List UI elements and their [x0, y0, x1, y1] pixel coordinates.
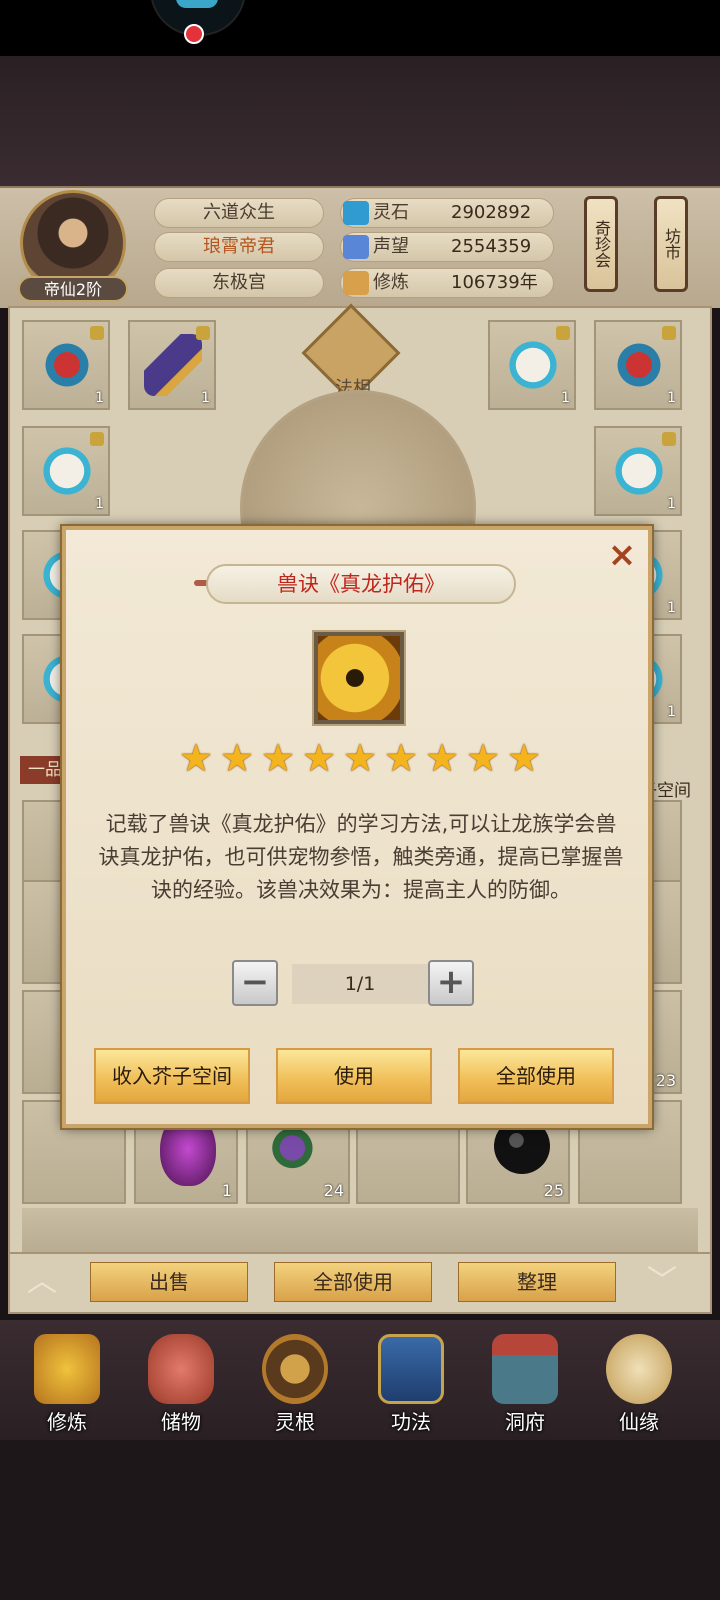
header-backdrop — [0, 56, 720, 186]
star-icon: ★ — [383, 736, 419, 780]
title-1: 六道众生 — [154, 198, 324, 228]
nav-spirit-root[interactable]: 灵根 — [240, 1328, 350, 1438]
spirit-root-icon — [262, 1334, 328, 1404]
equip-slot[interactable]: 1 — [488, 320, 576, 410]
title-2: 琅霄帝君 — [154, 232, 324, 262]
resource-cultivation: 修炼 106739年 — [340, 268, 554, 298]
top-bar — [0, 0, 720, 56]
nav-cave[interactable]: 洞府 — [470, 1328, 580, 1438]
decrease-quantity-button[interactable]: − — [232, 960, 278, 1006]
sell-button[interactable]: 出售 — [90, 1262, 248, 1302]
quantity-display: 1/1 — [292, 964, 428, 1004]
lock-icon — [90, 326, 104, 340]
star-icon: ★ — [465, 736, 501, 780]
nav-storage[interactable]: 储物 — [126, 1328, 236, 1438]
treasure-auction-button[interactable]: 奇珍会 — [584, 196, 618, 292]
page-down-icon[interactable]: ﹀ — [642, 1262, 682, 1302]
star-rating: ★ ★ ★ ★ ★ ★ ★ ★ ★ — [176, 738, 546, 778]
equip-slot[interactable]: 1 — [22, 320, 110, 410]
immortal-fate-icon — [606, 1334, 672, 1404]
page-up-icon[interactable]: ︿ — [22, 1262, 62, 1302]
lock-icon — [556, 326, 570, 340]
rank-badge: 帝仙2阶 — [18, 276, 128, 302]
use-all-button[interactable]: 全部使用 — [458, 1048, 614, 1104]
lock-icon — [196, 326, 210, 340]
star-icon: ★ — [301, 736, 337, 780]
resource-reputation: 声望 2554359 — [340, 232, 554, 262]
use-all-inventory-button[interactable]: 全部使用 — [274, 1262, 432, 1302]
nav-immortal-fate[interactable]: 仙缘 — [584, 1328, 694, 1438]
close-icon[interactable]: × — [606, 538, 638, 572]
notification-dot — [184, 24, 204, 44]
equip-slot[interactable]: 1 — [128, 320, 216, 410]
lock-icon — [662, 326, 676, 340]
increase-quantity-button[interactable]: + — [428, 960, 474, 1006]
nav-cultivate[interactable]: 修炼 — [12, 1328, 122, 1438]
resource-spirit-stone: 灵石 2902892 — [340, 198, 554, 228]
cultivate-icon — [34, 1334, 100, 1404]
equip-slot[interactable]: 1 — [594, 426, 682, 516]
sort-button[interactable]: 整理 — [458, 1262, 616, 1302]
lock-icon — [662, 432, 676, 446]
use-button[interactable]: 使用 — [276, 1048, 432, 1104]
star-icon: ★ — [424, 736, 460, 780]
star-icon: ★ — [260, 736, 296, 780]
equip-slot[interactable]: 1 — [594, 320, 682, 410]
storage-bag-icon — [148, 1334, 214, 1404]
reputation-icon — [343, 235, 369, 259]
item-description: 记载了兽诀《真龙护佑》的学习方法,可以让龙族学会兽诀真龙护佑，也可供宠物参悟，触… — [98, 812, 624, 902]
cave-dwelling-icon — [492, 1334, 558, 1404]
star-icon: ★ — [506, 736, 542, 780]
market-button[interactable]: 坊市 — [654, 196, 688, 292]
fish-icon — [176, 0, 218, 8]
star-icon: ★ — [178, 736, 214, 780]
technique-book-icon — [378, 1334, 444, 1404]
dragon-skill-book-icon — [312, 630, 406, 726]
nav-technique[interactable]: 功法 — [356, 1328, 466, 1438]
bottom-backdrop — [0, 1440, 720, 1600]
inventory-row-partial — [22, 1208, 698, 1252]
lock-icon — [90, 432, 104, 446]
equip-slot[interactable]: 1 — [22, 426, 110, 516]
dialog-title: 兽诀《真龙护佑》 — [206, 564, 516, 604]
meditate-icon — [343, 271, 369, 295]
star-icon: ★ — [219, 736, 255, 780]
star-icon: ★ — [342, 736, 378, 780]
spirit-stone-icon — [343, 201, 369, 225]
store-to-space-button[interactable]: 收入芥子空间 — [94, 1048, 250, 1104]
title-3: 东极宫 — [154, 268, 324, 298]
